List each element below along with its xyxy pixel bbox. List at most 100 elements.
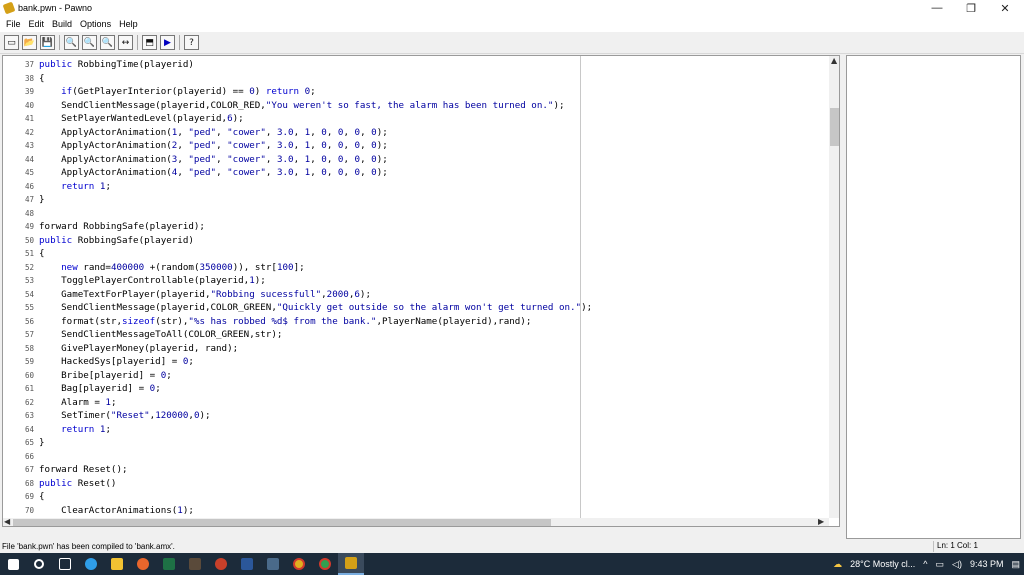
code-text[interactable]: SendClientMessageToAll(COLOR_GREEN,str); (39, 328, 282, 342)
maximize-button[interactable]: ❐ (954, 0, 988, 16)
code-line[interactable]: 49 forward RobbingSafe(playerid); (3, 220, 829, 234)
code-area[interactable]: 37 public RobbingTime(playerid) 38 {39 if(G… (3, 56, 829, 518)
code-line[interactable]: 41 SetPlayerWantedLevel(playerid,6); (3, 112, 829, 126)
run-icon[interactable]: ▶ (160, 35, 175, 50)
code-text[interactable]: new rand=400000 +(random(350000)), str[1… (39, 261, 305, 275)
code-line[interactable]: 54 GameTextForPlayer(playerid,"Robbing s… (3, 288, 829, 302)
compile-icon[interactable]: ⬒ (142, 35, 157, 50)
code-line[interactable]: 68 public Reset() (3, 477, 829, 491)
media-app-icon[interactable] (208, 553, 234, 575)
code-text[interactable]: public RobbingTime(playerid) (39, 58, 194, 72)
file-explorer-icon[interactable] (104, 553, 130, 575)
code-text[interactable]: return 1; (39, 423, 111, 437)
terminal-app-icon[interactable] (182, 553, 208, 575)
code-text[interactable]: GameTextForPlayer(playerid,"Robbing suce… (39, 288, 371, 302)
minimize-button[interactable]: — (920, 0, 954, 16)
start-button[interactable] (0, 553, 26, 575)
code-text[interactable]: HackedSys[playerid] = 0; (39, 355, 194, 369)
code-line[interactable]: 38 { (3, 72, 829, 86)
code-line[interactable]: 67 forward Reset(); (3, 463, 829, 477)
clock[interactable]: 9:43 PM (966, 559, 1008, 569)
save-icon[interactable]: 💾 (40, 35, 55, 50)
code-line[interactable]: 66 (3, 450, 829, 464)
code-line[interactable]: 37 public RobbingTime(playerid) (3, 58, 829, 72)
code-line[interactable]: 40 SendClientMessage(playerid,COLOR_RED,… (3, 99, 829, 113)
code-text[interactable]: GivePlayerMoney(playerid, rand); (39, 342, 238, 356)
code-line[interactable]: 44 ApplyActorAnimation(3, "ped", "cower"… (3, 153, 829, 167)
code-text[interactable]: forward Reset(); (39, 463, 128, 477)
menu-help[interactable]: Help (115, 19, 142, 29)
code-text[interactable]: { (39, 247, 45, 261)
code-text[interactable]: return 1; (39, 180, 111, 194)
calculator-icon[interactable] (260, 553, 286, 575)
network-icon[interactable]: ▭ (932, 559, 949, 570)
code-line[interactable]: 55 SendClientMessage(playerid,COLOR_GREE… (3, 301, 829, 315)
vertical-scrollbar[interactable]: ▲ (829, 56, 839, 518)
vertical-scroll-thumb[interactable] (830, 108, 839, 146)
volume-icon[interactable]: ◁) (948, 559, 966, 570)
task-view-icon[interactable] (52, 553, 78, 575)
chrome-icon[interactable] (286, 553, 312, 575)
code-text[interactable]: SendClientMessage(playerid,COLOR_RED,"Yo… (39, 99, 564, 113)
code-line[interactable]: 53 TogglePlayerControllable(playerid,1); (3, 274, 829, 288)
chevron-up-icon[interactable]: ^ (919, 559, 931, 569)
menu-edit[interactable]: Edit (25, 19, 49, 29)
code-editor[interactable]: 37 public RobbingTime(playerid) 38 {39 if(G… (2, 55, 840, 527)
replace-icon[interactable]: 🔍 (100, 35, 115, 50)
code-line[interactable]: 65} (3, 436, 829, 450)
menu-file[interactable]: File (2, 19, 25, 29)
weather-text[interactable]: 28°C Mostly cl... (846, 559, 919, 569)
code-text[interactable]: SendClientMessage(playerid,COLOR_GREEN,"… (39, 301, 592, 315)
scroll-left-icon[interactable]: ◀ (4, 517, 10, 526)
code-text[interactable]: } (39, 436, 45, 450)
find-next-icon[interactable]: 🔍 (82, 35, 97, 50)
help-icon[interactable]: ? (184, 35, 199, 50)
weather-icon[interactable]: ☁ (829, 559, 846, 570)
code-line[interactable]: 47} (3, 193, 829, 207)
code-text[interactable]: ClearActorAnimations(1); (39, 504, 194, 518)
code-text[interactable]: TogglePlayerControllable(playerid,1); (39, 274, 266, 288)
code-line[interactable]: 56 format(str,sizeof(str),"%s has robbed… (3, 315, 829, 329)
code-line[interactable]: 57 SendClientMessageToAll(COLOR_GREEN,st… (3, 328, 829, 342)
code-text[interactable]: SetTimer("Reset",120000,0); (39, 409, 210, 423)
code-line[interactable]: 45 ApplyActorAnimation(4, "ped", "cower"… (3, 166, 829, 180)
code-line[interactable]: 61 Bag[playerid] = 0; (3, 382, 829, 396)
notification-icon[interactable]: ▤ (1007, 559, 1024, 570)
code-text[interactable]: if(GetPlayerInterior(playerid) == 0) ret… (39, 85, 316, 99)
code-line[interactable]: 39 if(GetPlayerInterior(playerid) == 0) … (3, 85, 829, 99)
new-file-icon[interactable]: ▭ (4, 35, 19, 50)
code-line[interactable]: 69 { (3, 490, 829, 504)
code-line[interactable]: 48 (3, 207, 829, 221)
firefox-icon[interactable] (130, 553, 156, 575)
code-text[interactable]: Alarm = 1; (39, 396, 116, 410)
code-line[interactable]: 52 new rand=400000 +(random(350000)), st… (3, 261, 829, 275)
code-text[interactable]: { (39, 72, 45, 86)
code-text[interactable]: forward RobbingSafe(playerid); (39, 220, 205, 234)
code-line[interactable]: 60 Bribe[playerid] = 0; (3, 369, 829, 383)
code-line[interactable]: 59 HackedSys[playerid] = 0; (3, 355, 829, 369)
code-line[interactable]: 58 GivePlayerMoney(playerid, rand); (3, 342, 829, 356)
chrome-icon[interactable] (312, 553, 338, 575)
scroll-right-icon[interactable]: ▶ (818, 517, 824, 526)
code-line[interactable]: 42 ApplyActorAnimation(1, "ped", "cower"… (3, 126, 829, 140)
code-text[interactable]: format(str,sizeof(str),"%s has robbed %d… (39, 315, 531, 329)
close-button[interactable]: ✕ (988, 0, 1022, 16)
open-folder-icon[interactable]: 📂 (22, 35, 37, 50)
code-line[interactable]: 46 return 1; (3, 180, 829, 194)
code-text[interactable]: Bag[playerid] = 0; (39, 382, 161, 396)
code-line[interactable]: 43 ApplyActorAnimation(2, "ped", "cower"… (3, 139, 829, 153)
code-text[interactable]: ApplyActorAnimation(1, "ped", "cower", 3… (39, 126, 388, 140)
edge-browser-icon[interactable] (78, 553, 104, 575)
code-line[interactable]: 51 { (3, 247, 829, 261)
code-text[interactable]: } (39, 193, 45, 207)
word-icon[interactable] (234, 553, 260, 575)
code-line[interactable]: 62 Alarm = 1; (3, 396, 829, 410)
code-text[interactable]: ApplyActorAnimation(2, "ped", "cower", 3… (39, 139, 388, 153)
code-text[interactable]: { (39, 490, 45, 504)
horizontal-scroll-thumb[interactable] (13, 519, 551, 526)
code-text[interactable]: ApplyActorAnimation(3, "ped", "cower", 3… (39, 153, 388, 167)
search-icon[interactable] (26, 553, 52, 575)
horizontal-scrollbar[interactable]: ◀ ▶ (3, 517, 829, 526)
pawno-taskbar-icon[interactable] (338, 553, 364, 575)
function-list-panel[interactable] (846, 55, 1021, 539)
